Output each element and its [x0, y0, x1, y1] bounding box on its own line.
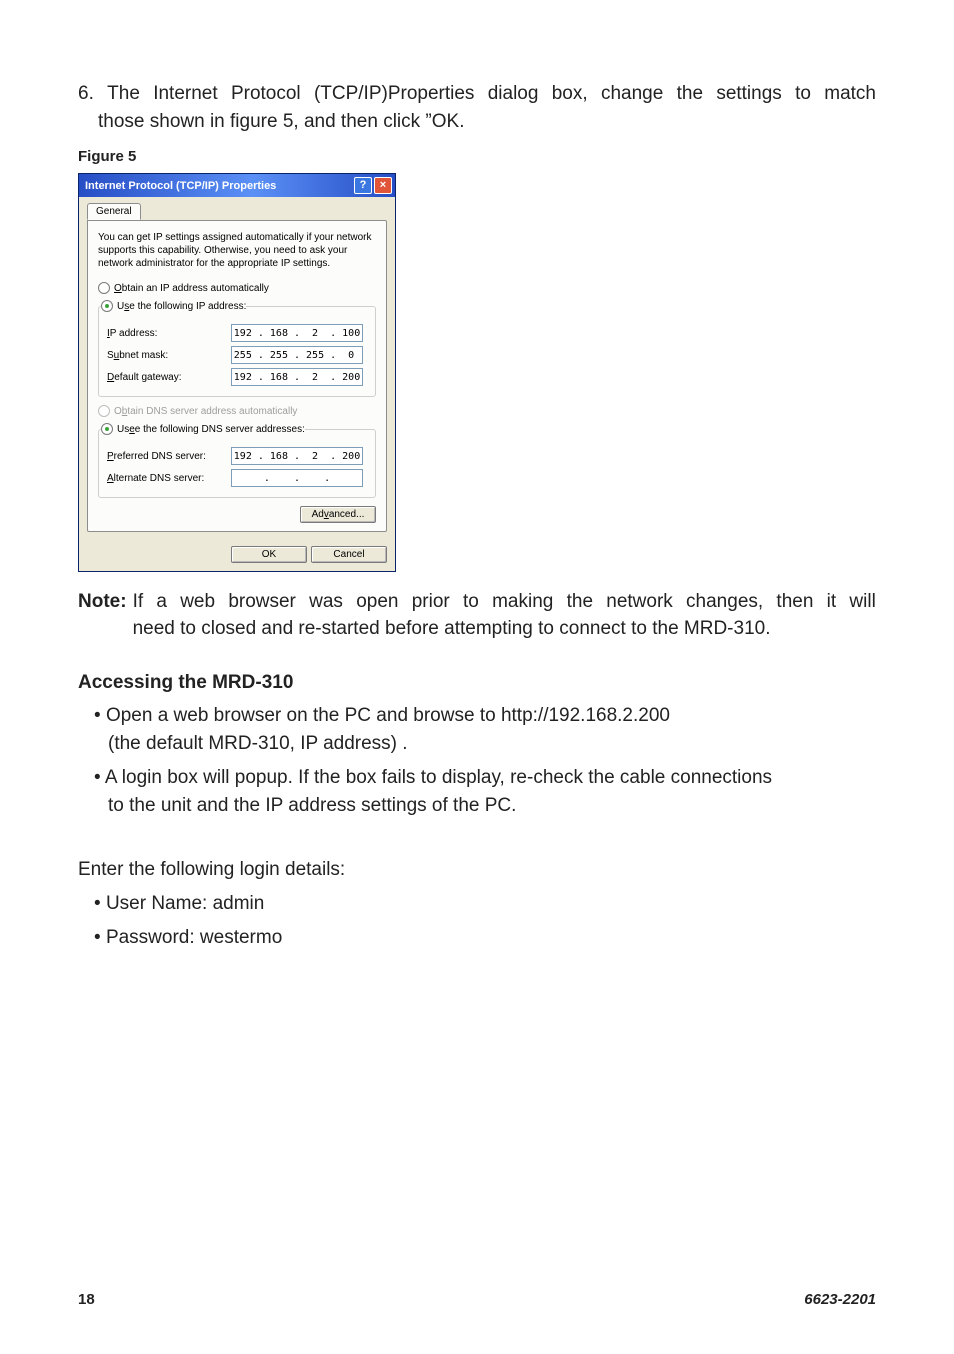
label-preferred-dns: Preferred DNS server:: [107, 451, 231, 462]
help-icon[interactable]: ?: [354, 177, 372, 194]
tcpip-properties-dialog: Internet Protocol (TCP/IP) Properties ? …: [78, 173, 396, 572]
note-lead: Note:: [78, 588, 133, 642]
input-alternate-dns[interactable]: . . .: [231, 469, 363, 487]
input-ip-address[interactable]: 192 . 168 . 2 . 100: [231, 324, 363, 342]
radio-icon: [98, 405, 110, 417]
access-bullets: Open a web browser on the PC and browse …: [78, 702, 876, 820]
input-default-gateway[interactable]: 192 . 168 . 2 . 200: [231, 368, 363, 386]
note: Note: Ifawebbrowserwasopenpriortomakingt…: [78, 588, 876, 642]
radio-obtain-ip[interactable]: Obtain an IP address automatically: [98, 282, 376, 294]
advanced-button[interactable]: Advanced...: [300, 506, 376, 523]
tab-general[interactable]: General: [87, 203, 141, 220]
radio-use-ip[interactable]: Use the following IP address:: [101, 300, 246, 312]
label-ip-address: IP address:: [107, 328, 231, 339]
bullet-password: Password: westermo: [78, 924, 876, 952]
label-subnet-mask: Subnet mask:: [107, 350, 231, 361]
dialog-titlebar: Internet Protocol (TCP/IP) Properties ? …: [79, 174, 395, 197]
radio-icon: [101, 423, 113, 435]
label-alternate-dns: Alternate DNS server:: [107, 473, 231, 484]
step-6-line2: those shown in figure 5, and then click …: [98, 108, 876, 136]
radio-obtain-dns: Obtain DNS server address automatically: [98, 405, 376, 417]
page-footer: 18 6623-2201: [78, 1291, 876, 1308]
login-bullets: User Name: admin Password: westermo: [78, 890, 876, 952]
cancel-button[interactable]: Cancel: [311, 546, 387, 563]
figure-5-label: Figure 5: [78, 148, 876, 165]
bullet-login-popup: A login box will popup. If the box fails…: [78, 764, 876, 820]
input-preferred-dns[interactable]: 192 . 168 . 2 . 200: [231, 447, 363, 465]
radio-icon: [98, 282, 110, 294]
field-preferred-dns: Preferred DNS server: 192 . 168 . 2 . 20…: [107, 447, 367, 465]
field-default-gateway: Default gateway: 192 . 168 . 2 . 200: [107, 368, 367, 386]
dialog-body: General You can get IP settings assigned…: [79, 197, 395, 571]
note-line2: need to closed and re-started before att…: [133, 618, 771, 639]
label-default-gateway: Default gateway:: [107, 372, 231, 383]
step-6: 6.TheInternetProtocol(TCP/IP)Propertiesd…: [78, 80, 876, 136]
radio-icon: [101, 300, 113, 312]
input-subnet-mask[interactable]: 255 . 255 . 255 . 0: [231, 346, 363, 364]
page-number: 18: [78, 1291, 95, 1308]
enter-login-details: Enter the following login details:: [78, 856, 876, 884]
field-alternate-dns: Alternate DNS server: . . .: [107, 469, 367, 487]
ok-button[interactable]: OK: [231, 546, 307, 563]
tab-strip: General: [87, 203, 387, 221]
group-use-ip: Use the following IP address: IP address…: [98, 298, 376, 397]
tab-pane-general: You can get IP settings assigned automat…: [87, 220, 387, 532]
group-use-dns: Usee the following DNS server addresses:…: [98, 421, 376, 498]
bullet-username: User Name: admin: [78, 890, 876, 918]
radio-use-dns[interactable]: Usee the following DNS server addresses:: [101, 423, 305, 435]
bullet-open-browser: Open a web browser on the PC and browse …: [78, 702, 876, 758]
close-icon[interactable]: ×: [374, 177, 392, 194]
field-ip-address: IP address: 192 . 168 . 2 . 100: [107, 324, 367, 342]
field-subnet-mask: Subnet mask: 255 . 255 . 255 . 0: [107, 346, 367, 364]
dialog-title: Internet Protocol (TCP/IP) Properties: [85, 180, 276, 192]
info-text: You can get IP settings assigned automat…: [98, 231, 376, 270]
dialog-actions: OK Cancel: [87, 546, 387, 563]
doc-number: 6623-2201: [804, 1291, 876, 1308]
heading-accessing: Accessing the MRD-310: [78, 672, 876, 694]
